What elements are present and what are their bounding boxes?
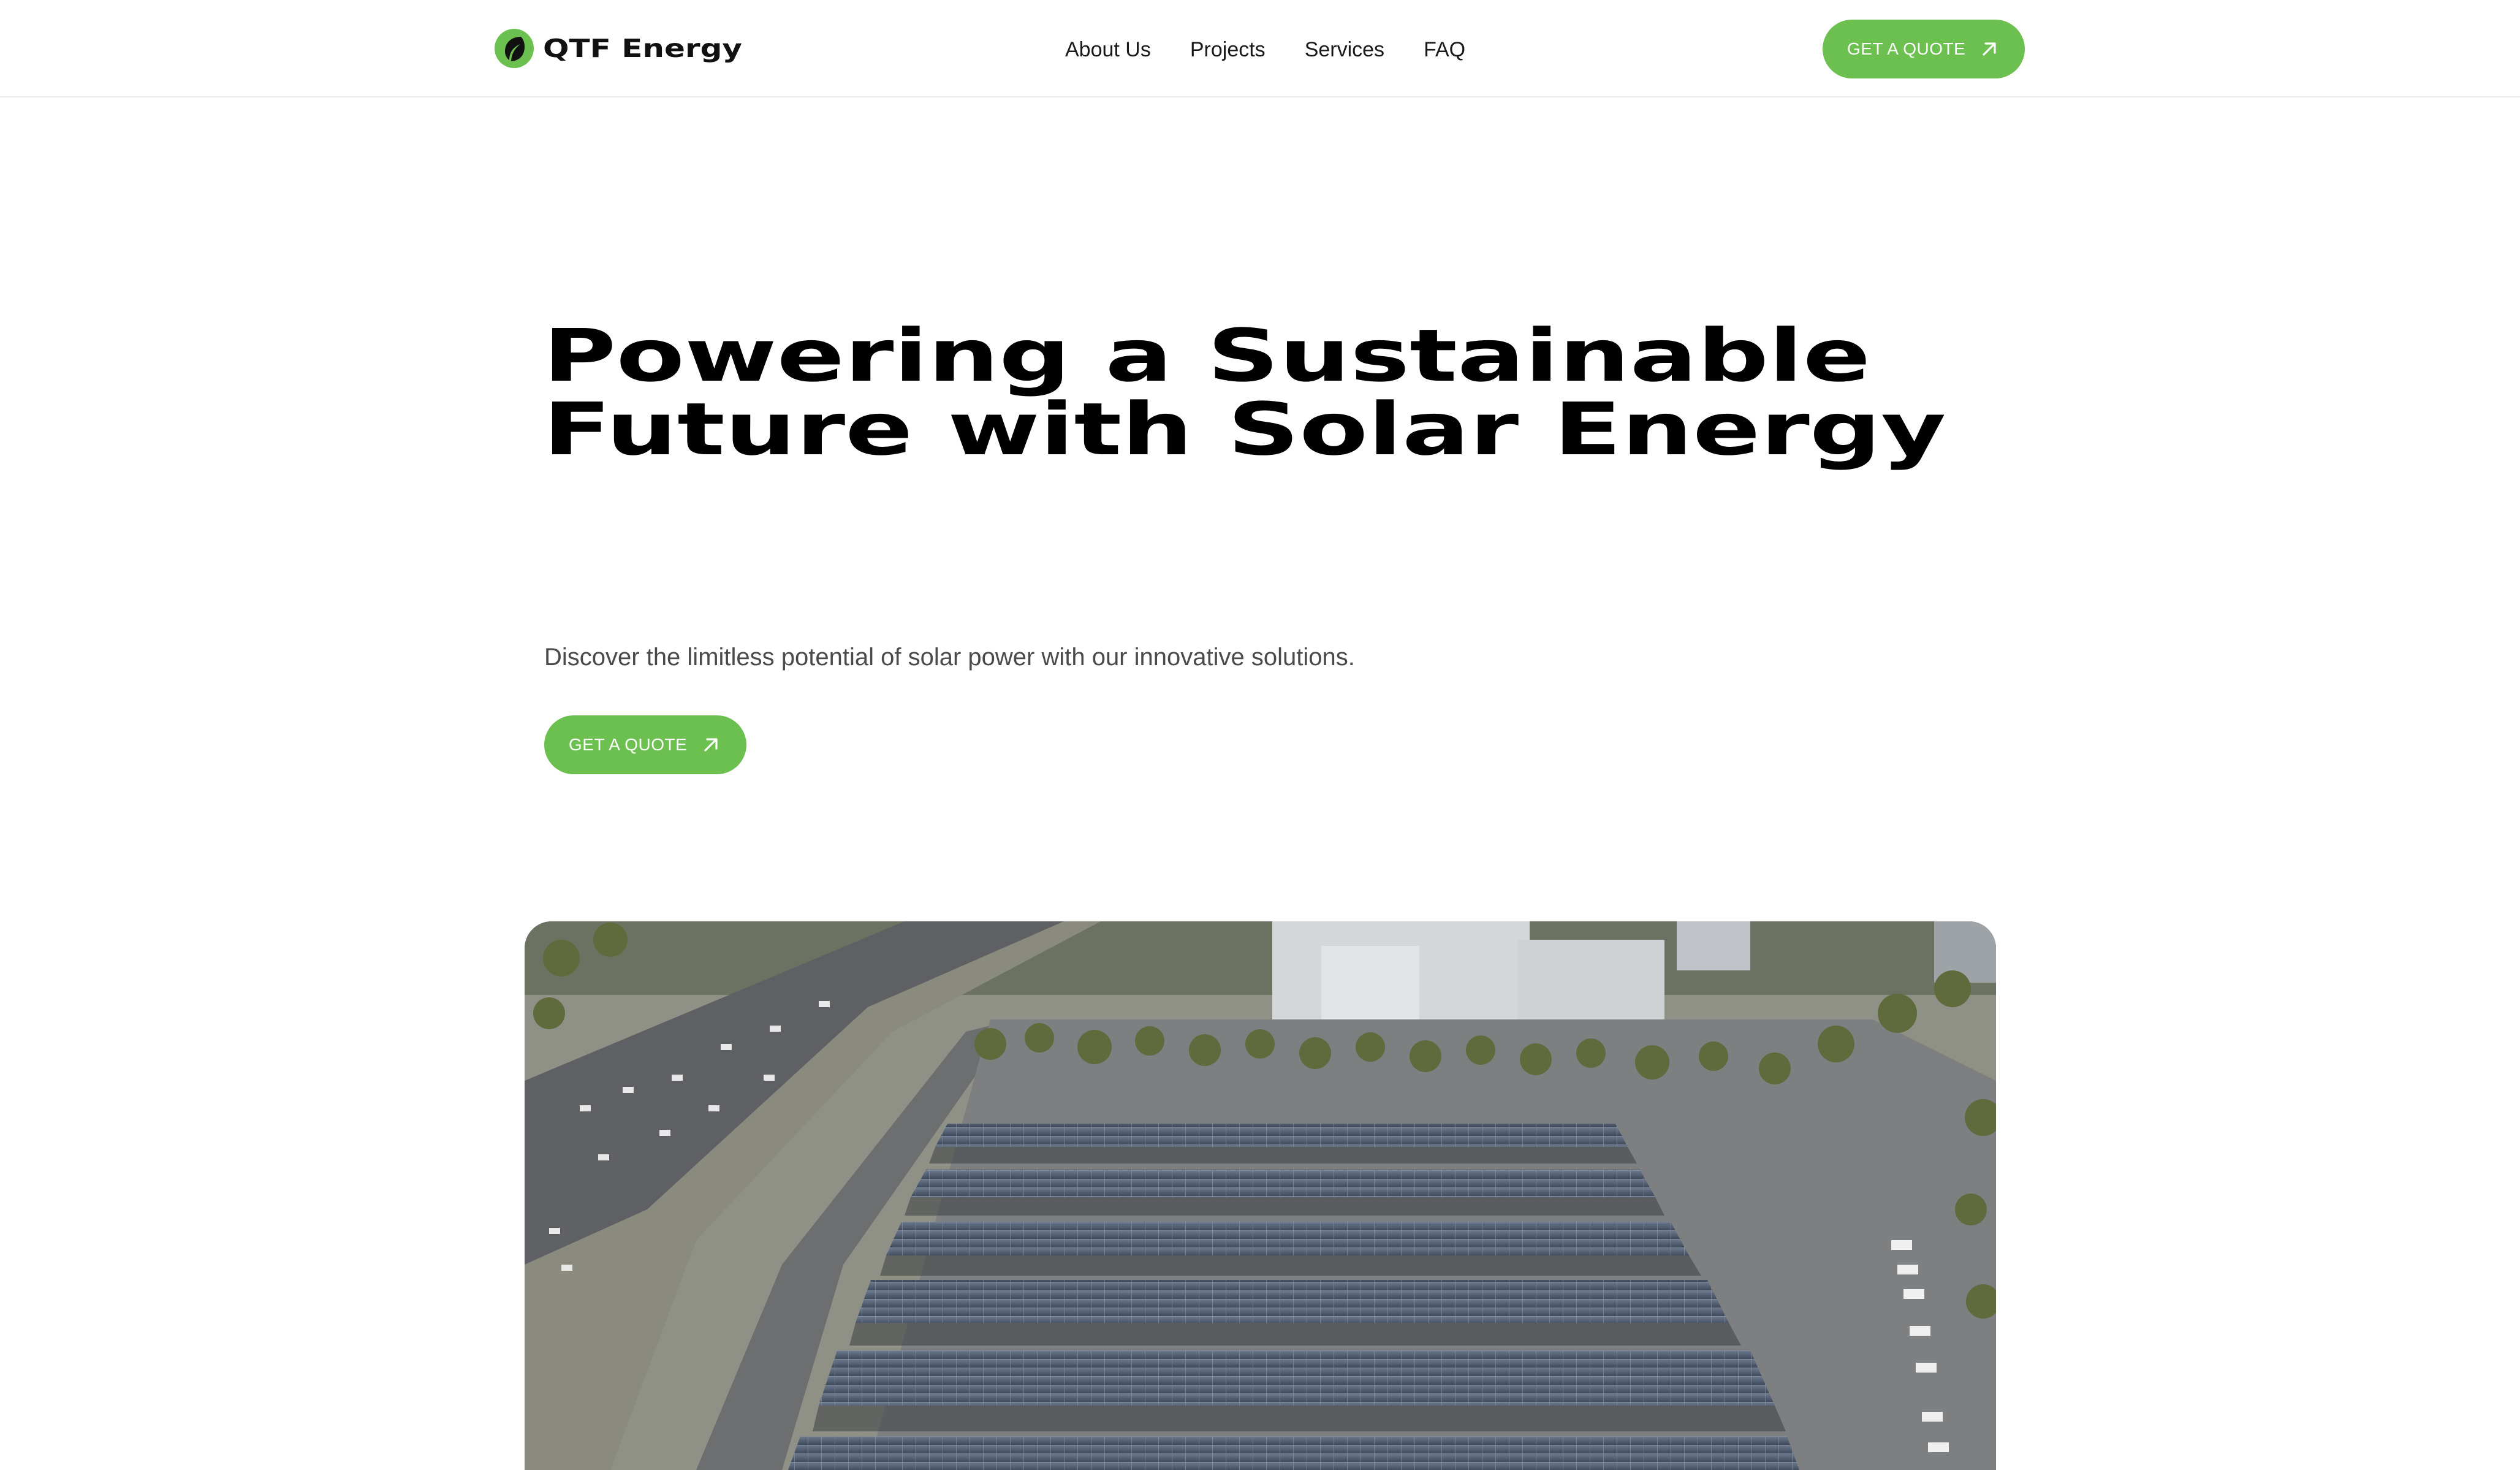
solar-canopy-row	[856, 1280, 1729, 1323]
office-building	[1677, 921, 1750, 970]
hero-photo-solar-carport	[525, 921, 1996, 1470]
solar-canopy-row	[819, 1350, 1775, 1406]
leaf-circle-icon	[495, 29, 534, 68]
header-get-quote-button[interactable]: GET A QUOTE	[1823, 20, 2025, 78]
brand-logo[interactable]: QTF Energy	[494, 27, 742, 70]
brand-name: QTF Energy	[543, 34, 743, 63]
nav-services[interactable]: Services	[1305, 34, 1384, 65]
solar-carport-illustration	[525, 921, 1996, 1470]
main-nav: About Us Projects Services FAQ	[1065, 34, 1505, 65]
solar-canopy-row	[886, 1222, 1689, 1255]
solar-canopy-row	[788, 1436, 1799, 1470]
nav-about-us[interactable]: About Us	[1065, 34, 1151, 65]
solar-canopy-row	[911, 1170, 1655, 1197]
hero-subtitle: Discover the limitless potential of sola…	[544, 644, 1355, 671]
nav-projects[interactable]: Projects	[1190, 34, 1266, 65]
site-header: QTF Energy About Us Projects Services FA…	[0, 0, 2520, 97]
office-building	[1517, 940, 1664, 1032]
nav-faq[interactable]: FAQ	[1424, 34, 1465, 65]
header-get-quote-label: GET A QUOTE	[1847, 39, 1966, 58]
hero-get-quote-label: GET A QUOTE	[569, 735, 688, 754]
solar-canopy-row	[935, 1124, 1628, 1147]
arrow-up-right-icon	[1983, 42, 1996, 56]
hero-title: Powering a Sustainable Future with Solar…	[543, 313, 1946, 471]
office-building	[1321, 946, 1419, 1032]
hero-get-quote-button[interactable]: GET A QUOTE	[544, 715, 746, 774]
arrow-up-right-icon	[704, 738, 718, 752]
